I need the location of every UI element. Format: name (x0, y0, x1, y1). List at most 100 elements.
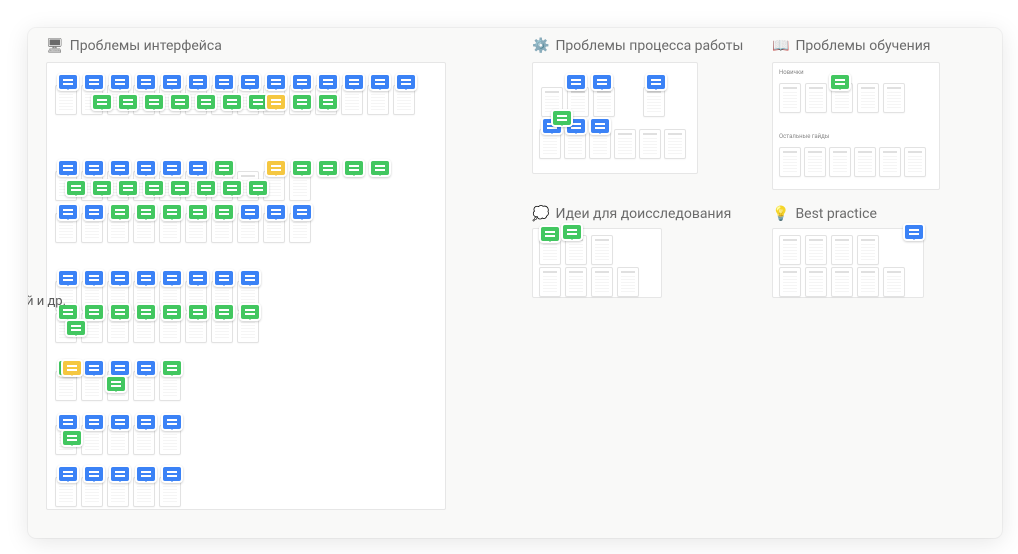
comment-pin-icon[interactable] (369, 73, 391, 91)
note-card[interactable] (904, 147, 926, 177)
note-card[interactable] (883, 267, 905, 297)
note-card[interactable] (829, 147, 851, 177)
comment-pin-icon[interactable] (117, 93, 139, 111)
comment-pin-icon[interactable] (291, 203, 313, 221)
note-card[interactable] (805, 267, 827, 297)
comment-pin-icon[interactable] (395, 73, 417, 91)
comment-pin-icon[interactable] (903, 223, 925, 241)
comment-pin-icon[interactable] (221, 93, 243, 111)
note-card[interactable] (565, 267, 587, 297)
comment-pin-icon[interactable] (135, 159, 157, 177)
comment-pin-icon[interactable] (187, 303, 209, 321)
comment-pin-icon[interactable] (83, 303, 105, 321)
comment-pin-icon[interactable] (61, 429, 83, 447)
comment-pin-icon[interactable] (239, 269, 261, 287)
frame-training[interactable]: Новички Остальные гайды (772, 62, 940, 190)
note-card[interactable] (857, 235, 879, 265)
whiteboard-canvas[interactable]: 🖥 Проблемы интерфейса ⚙️ Проблемы процес… (28, 28, 1002, 538)
comment-pin-icon[interactable] (291, 159, 313, 177)
comment-pin-icon[interactable] (291, 73, 313, 91)
comment-pin-icon[interactable] (645, 73, 667, 91)
comment-pin-icon[interactable] (265, 93, 287, 111)
comment-pin-icon[interactable] (83, 73, 105, 91)
comment-pin-icon[interactable] (161, 359, 183, 377)
comment-pin-icon[interactable] (221, 179, 243, 197)
comment-pin-icon[interactable] (57, 73, 79, 91)
comment-pin-icon[interactable] (213, 203, 235, 221)
comment-pin-icon[interactable] (135, 73, 157, 91)
comment-pin-icon[interactable] (83, 359, 105, 377)
comment-pin-icon[interactable] (195, 179, 217, 197)
comment-pin-icon[interactable] (561, 223, 583, 241)
note-card[interactable] (639, 129, 661, 159)
comment-pin-icon[interactable] (83, 413, 105, 431)
comment-pin-icon[interactable] (57, 203, 79, 221)
comment-pin-icon[interactable] (829, 73, 851, 91)
comment-pin-icon[interactable] (239, 203, 261, 221)
note-card[interactable] (879, 147, 901, 177)
comment-pin-icon[interactable] (195, 93, 217, 111)
comment-pin-icon[interactable] (109, 413, 131, 431)
comment-pin-icon[interactable] (161, 73, 183, 91)
comment-pin-icon[interactable] (135, 465, 157, 483)
comment-pin-icon[interactable] (187, 159, 209, 177)
note-card[interactable] (779, 267, 801, 297)
comment-pin-icon[interactable] (117, 179, 139, 197)
comment-pin-icon[interactable] (105, 375, 127, 393)
comment-pin-icon[interactable] (65, 319, 87, 337)
note-card[interactable] (805, 83, 827, 113)
comment-pin-icon[interactable] (109, 269, 131, 287)
comment-pin-icon[interactable] (317, 73, 339, 91)
comment-pin-icon[interactable] (161, 269, 183, 287)
note-card[interactable] (854, 147, 876, 177)
comment-pin-icon[interactable] (161, 413, 183, 431)
comment-pin-icon[interactable] (589, 117, 611, 135)
note-card[interactable] (664, 129, 686, 159)
comment-pin-icon[interactable] (213, 73, 235, 91)
comment-pin-icon[interactable] (161, 159, 183, 177)
note-card[interactable] (779, 147, 801, 177)
comment-pin-icon[interactable] (109, 159, 131, 177)
frame-interface[interactable] (46, 62, 446, 510)
comment-pin-icon[interactable] (291, 93, 313, 111)
comment-pin-icon[interactable] (161, 465, 183, 483)
comment-pin-icon[interactable] (265, 73, 287, 91)
comment-pin-icon[interactable] (343, 73, 365, 91)
note-card[interactable] (779, 83, 801, 113)
comment-pin-icon[interactable] (135, 203, 157, 221)
comment-pin-icon[interactable] (213, 303, 235, 321)
comment-pin-icon[interactable] (83, 159, 105, 177)
note-card[interactable] (591, 267, 613, 297)
comment-pin-icon[interactable] (187, 269, 209, 287)
comment-pin-icon[interactable] (369, 159, 391, 177)
comment-pin-icon[interactable] (143, 93, 165, 111)
comment-pin-icon[interactable] (65, 179, 87, 197)
comment-pin-icon[interactable] (57, 269, 79, 287)
comment-pin-icon[interactable] (135, 413, 157, 431)
comment-pin-icon[interactable] (565, 73, 587, 91)
note-card[interactable] (857, 83, 879, 113)
comment-pin-icon[interactable] (213, 159, 235, 177)
comment-pin-icon[interactable] (265, 159, 287, 177)
comment-pin-icon[interactable] (265, 203, 287, 221)
note-card[interactable] (591, 235, 613, 265)
comment-pin-icon[interactable] (135, 303, 157, 321)
comment-pin-icon[interactable] (161, 303, 183, 321)
note-card[interactable] (804, 147, 826, 177)
comment-pin-icon[interactable] (343, 159, 365, 177)
note-card[interactable] (857, 267, 879, 297)
comment-pin-icon[interactable] (83, 269, 105, 287)
comment-pin-icon[interactable] (247, 179, 269, 197)
note-card[interactable] (805, 235, 827, 265)
comment-pin-icon[interactable] (83, 465, 105, 483)
comment-pin-icon[interactable] (317, 93, 339, 111)
note-card[interactable] (831, 235, 853, 265)
comment-pin-icon[interactable] (57, 465, 79, 483)
frame-ideas[interactable] (532, 228, 662, 298)
comment-pin-icon[interactable] (61, 359, 83, 377)
comment-pin-icon[interactable] (169, 179, 191, 197)
comment-pin-icon[interactable] (187, 73, 209, 91)
comment-pin-icon[interactable] (239, 73, 261, 91)
comment-pin-icon[interactable] (213, 269, 235, 287)
note-card[interactable] (617, 267, 639, 297)
